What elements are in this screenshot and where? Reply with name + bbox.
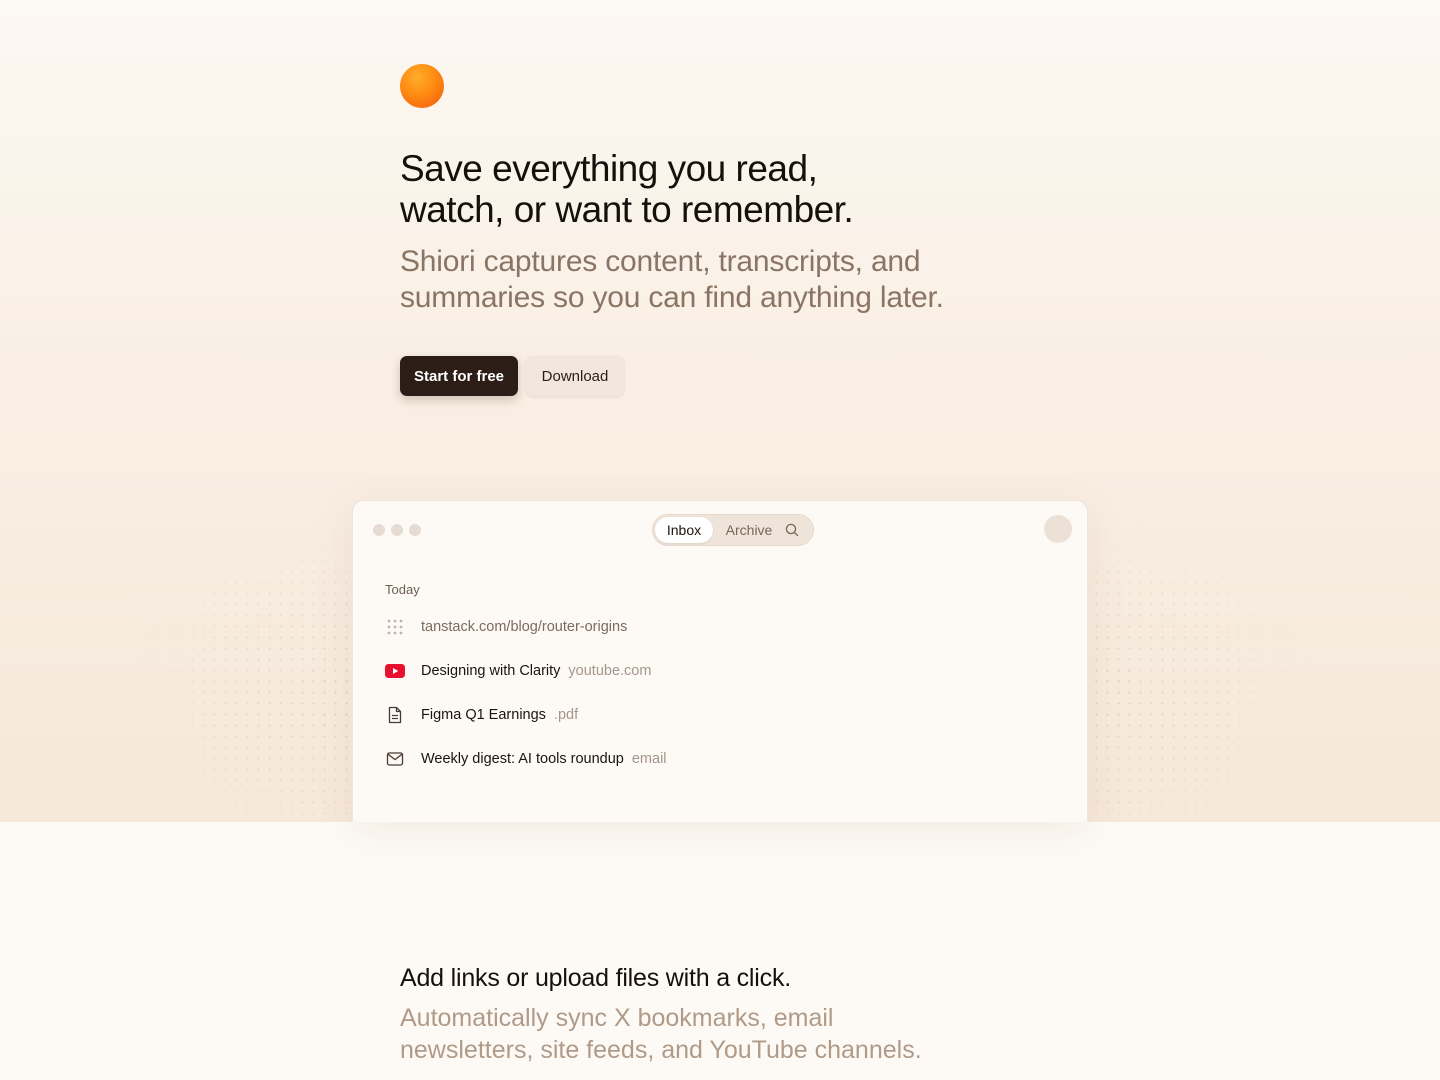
view-switcher: Inbox Archive bbox=[652, 514, 814, 546]
feature-description: Automatically sync X bookmarks, email ne… bbox=[400, 1002, 1000, 1066]
window-control-close[interactable] bbox=[373, 524, 385, 536]
item-title: tanstack.com/blog/router-origins bbox=[421, 619, 628, 635]
item-source: .pdf bbox=[553, 707, 579, 723]
subhead-line-2: summaries so you can find anything later… bbox=[400, 281, 944, 314]
avatar[interactable] bbox=[1044, 515, 1072, 543]
feature-title: Add links or upload files with a click. bbox=[400, 964, 791, 992]
list-item[interactable]: Figma Q1 Earnings .pdf bbox=[385, 703, 1025, 727]
window-control-minimize[interactable] bbox=[391, 524, 403, 536]
subhead-line-1: Shiori captures content, transcripts, an… bbox=[400, 245, 921, 278]
section-label-today: Today bbox=[385, 582, 420, 597]
item-title: Weekly digest: AI tools roundup bbox=[421, 751, 624, 767]
hero-headline: Save everything you read, watch, or want… bbox=[400, 148, 1040, 230]
feature-desc-line-1: Automatically sync X bookmarks, email bbox=[400, 1004, 834, 1032]
list-item[interactable]: tanstack.com/blog/router-origins bbox=[385, 615, 1025, 639]
item-source: youtube.com bbox=[568, 663, 652, 679]
list-item[interactable]: Designing with Clarity youtube.com bbox=[385, 659, 1025, 683]
mail-icon bbox=[385, 749, 405, 769]
item-title: Designing with Clarity bbox=[421, 663, 561, 679]
item-title: Figma Q1 Earnings bbox=[421, 707, 546, 723]
tab-inbox[interactable]: Inbox bbox=[655, 517, 713, 543]
search-icon[interactable] bbox=[784, 522, 800, 538]
start-for-free-button[interactable]: Start for free bbox=[400, 356, 518, 396]
tab-archive[interactable]: Archive bbox=[719, 517, 779, 543]
document-icon bbox=[385, 705, 405, 725]
download-button[interactable]: Download bbox=[526, 356, 624, 396]
headline-line-1: Save everything you read, bbox=[400, 148, 818, 189]
dot-pattern-right bbox=[1080, 500, 1440, 822]
hero-subhead: Shiori captures content, transcripts, an… bbox=[400, 244, 1040, 316]
shiori-logo[interactable] bbox=[400, 64, 444, 108]
loading-dots-icon bbox=[385, 617, 405, 637]
window-control-maximize[interactable] bbox=[409, 524, 421, 536]
item-source: email bbox=[631, 751, 667, 767]
list-item[interactable]: Weekly digest: AI tools roundup email bbox=[385, 747, 1025, 771]
feature-desc-line-2: newsletters, site feeds, and YouTube cha… bbox=[400, 1036, 922, 1064]
headline-line-2: watch, or want to remember. bbox=[400, 189, 854, 230]
window-controls bbox=[373, 524, 421, 536]
youtube-icon bbox=[385, 661, 405, 681]
app-preview-window: Inbox Archive Today tanstack.com/blog/ro… bbox=[352, 500, 1088, 822]
dot-pattern-left bbox=[0, 500, 360, 822]
